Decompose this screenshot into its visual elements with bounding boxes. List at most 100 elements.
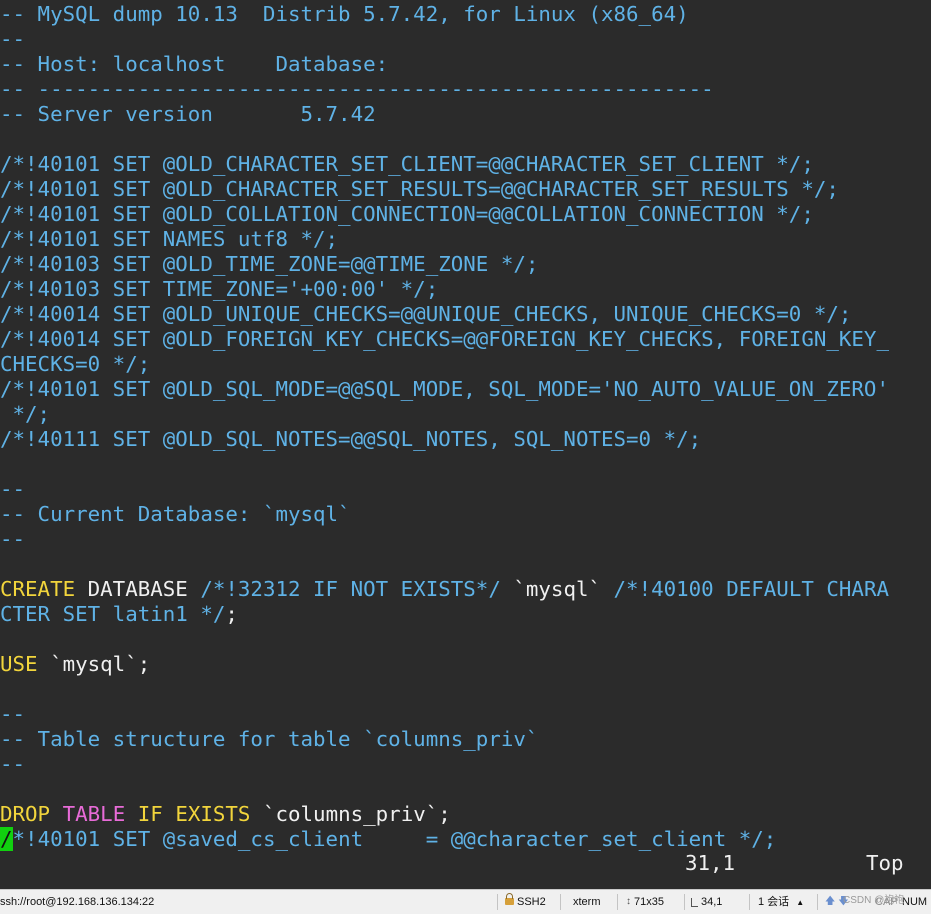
terminal-line: /*!40103 SET TIME_ZONE='+00:00' */; [0,277,931,302]
terminal-text-segment: /*!40101 SET @OLD_CHARACTER_SET_CLIENT=@… [0,152,814,176]
terminal-line: /*!40014 SET @OLD_FOREIGN_KEY_CHECKS=@@F… [0,327,931,352]
terminal-text-segment: /*!40101 SET NAMES utf8 */; [0,227,339,251]
sessions-label: 1 会话 [758,896,790,908]
terminal-text-segment: /*!40101 SET @OLD_COLLATION_CONNECTION=@… [0,202,814,226]
terminal-line: -- -------------------------------------… [0,77,931,102]
terminal-text-segment: -- Server version 5.7.42 [0,102,376,126]
terminal-type-label: xterm [573,896,601,908]
terminal-text-segment: DATABASE [75,577,201,601]
terminal-line: -- [0,477,931,502]
terminal-line: -- [0,752,931,777]
terminal-line: /*!40101 SET NAMES utf8 */; [0,227,931,252]
terminal-text-segment: */; [0,402,51,426]
terminal-line: CREATE DATABASE /*!32312 IF NOT EXISTS*/… [0,577,931,602]
status-divider [560,894,561,910]
protocol-indicator: SSH2 [505,890,546,914]
session-label: ssh://root@192.168.136.134:22 [0,896,155,908]
protocol-label: SSH2 [517,896,546,908]
terminal-text-segment: ; [225,602,238,626]
status-divider [684,894,685,910]
status-divider [817,894,818,910]
terminal-text-segment: CREATE [0,577,76,601]
terminal-size-label: 71x35 [634,896,664,908]
terminal-line: /*!40101 SET @saved_cs_client = @@charac… [0,827,931,852]
terminal-text-segment: `mysql` [500,577,614,601]
terminal-text-segment: `columns_priv`; [250,802,451,826]
terminal-text-segment: -- Table structure for table `columns_pr… [0,727,539,751]
terminal-line: -- [0,702,931,727]
terminal-line: -- Current Database: `mysql` [0,502,931,527]
terminal-line: -- MySQL dump 10.13 Distrib 5.7.42, for … [0,2,931,27]
terminal-line: /*!40014 SET @OLD_UNIQUE_CHECKS=@@UNIQUE… [0,302,931,327]
terminal-size-indicator: ↕ 71x35 [626,890,664,914]
terminal-text-segment: -- Current Database: `mysql` [0,502,351,526]
terminal-text-segment: CTER SET latin1 */ [0,602,226,626]
status-bar: ssh://root@192.168.136.134:22 SSH2 xterm… [0,889,931,914]
terminal-line: -- Server version 5.7.42 [0,102,931,127]
terminal-text-segment: *!40101 SET @saved_cs_client = @@charact… [12,827,777,851]
terminal-text-segment: -- [0,477,26,501]
terminal-line: /*!40101 SET @OLD_COLLATION_CONNECTION=@… [0,202,931,227]
terminal-line: -- Host: localhost Database: [0,52,931,77]
terminal-text-segment: -- [0,527,26,551]
status-divider [617,894,618,910]
terminal-line: USE `mysql`; [0,652,931,677]
terminal-text-segment: -- -------------------------------------… [0,77,714,101]
terminal-text-segment: DROP [0,802,51,826]
terminal-text-segment: /*!40101 SET @OLD_SQL_MODE=@@SQL_MODE, S… [0,377,889,401]
terminal-text-segment: /*!40103 SET @OLD_TIME_ZONE=@@TIME_ZONE … [0,252,539,276]
terminal-text-segment: -- [0,27,26,51]
terminal-line: /*!40111 SET @OLD_SQL_NOTES=@@SQL_NOTES,… [0,427,931,452]
vim-ruler-percent: Top [866,851,904,875]
num-lock-indicator: NUM [902,896,928,908]
sessions-dropdown-icon[interactable]: ▲ [796,898,804,907]
terminal-text-segment: USE [0,652,38,676]
cursor-position-label: 34,1 [701,896,723,908]
lock-icon [505,892,514,905]
terminal-text-segment: CHECKS=0 */; [0,352,151,376]
terminal-line: -- [0,527,931,552]
terminal-text-segment: /*!40014 SET @OLD_UNIQUE_CHECKS=@@UNIQUE… [0,302,852,326]
resize-icon: ↕ [626,896,631,908]
terminal-text-segment: TABLE [62,802,126,826]
terminal-line: DROP TABLE IF EXISTS `columns_priv`; [0,802,931,827]
text-cursor: / [0,827,13,851]
terminal-line: /*!40101 SET @OLD_CHARACTER_SET_RESULTS=… [0,177,931,202]
terminal-text-segment: /*!40101 SET @OLD_CHARACTER_SET_RESULTS=… [0,177,839,201]
terminal-text-segment: /*!40111 SET @OLD_SQL_NOTES=@@SQL_NOTES,… [0,427,702,451]
vim-ruler-position: 31,1 [685,851,736,875]
terminal-text-segment: /*!32312 IF NOT EXISTS*/ [200,577,501,601]
terminal-line: /*!40103 SET @OLD_TIME_ZONE=@@TIME_ZONE … [0,252,931,277]
cursor-position-icon [691,897,698,907]
status-divider [497,894,498,910]
terminal-line: /*!40101 SET @OLD_CHARACTER_SET_CLIENT=@… [0,152,931,177]
terminal-text-segment: /*!40014 SET @OLD_FOREIGN_KEY_CHECKS=@@F… [0,327,889,351]
terminal-line: -- [0,27,931,52]
arrow-up-icon[interactable]: 🡅 [825,890,835,914]
terminal-text-segment: -- [0,702,26,726]
terminal-text-segment: /*!40100 DEFAULT CHARA [613,577,889,601]
watermark-text: CSDN @袍袍 [843,895,905,906]
terminal-line: CTER SET latin1 */; [0,602,931,627]
status-divider [749,894,750,910]
terminal-line: CHECKS=0 */; [0,352,931,377]
terminal-text-segment: -- Host: localhost Database: [0,52,389,76]
terminal-text-segment: -- [0,752,26,776]
terminal-text-segment: -- MySQL dump 10.13 Distrib 5.7.42, for … [0,2,689,26]
terminal-line: */; [0,402,931,427]
terminal-text-segment: IF EXISTS [137,802,251,826]
cursor-position-indicator: 34,1 [691,890,722,914]
sessions-indicator[interactable]: 1 会话 ▲ [758,890,804,914]
terminal-screen[interactable]: -- MySQL dump 10.13 Distrib 5.7.42, for … [0,0,931,889]
terminal-text-segment: /*!40103 SET TIME_ZONE='+00:00' */; [0,277,439,301]
terminal-line: -- Table structure for table `columns_pr… [0,727,931,752]
terminal-line: /*!40101 SET @OLD_SQL_MODE=@@SQL_MODE, S… [0,377,931,402]
